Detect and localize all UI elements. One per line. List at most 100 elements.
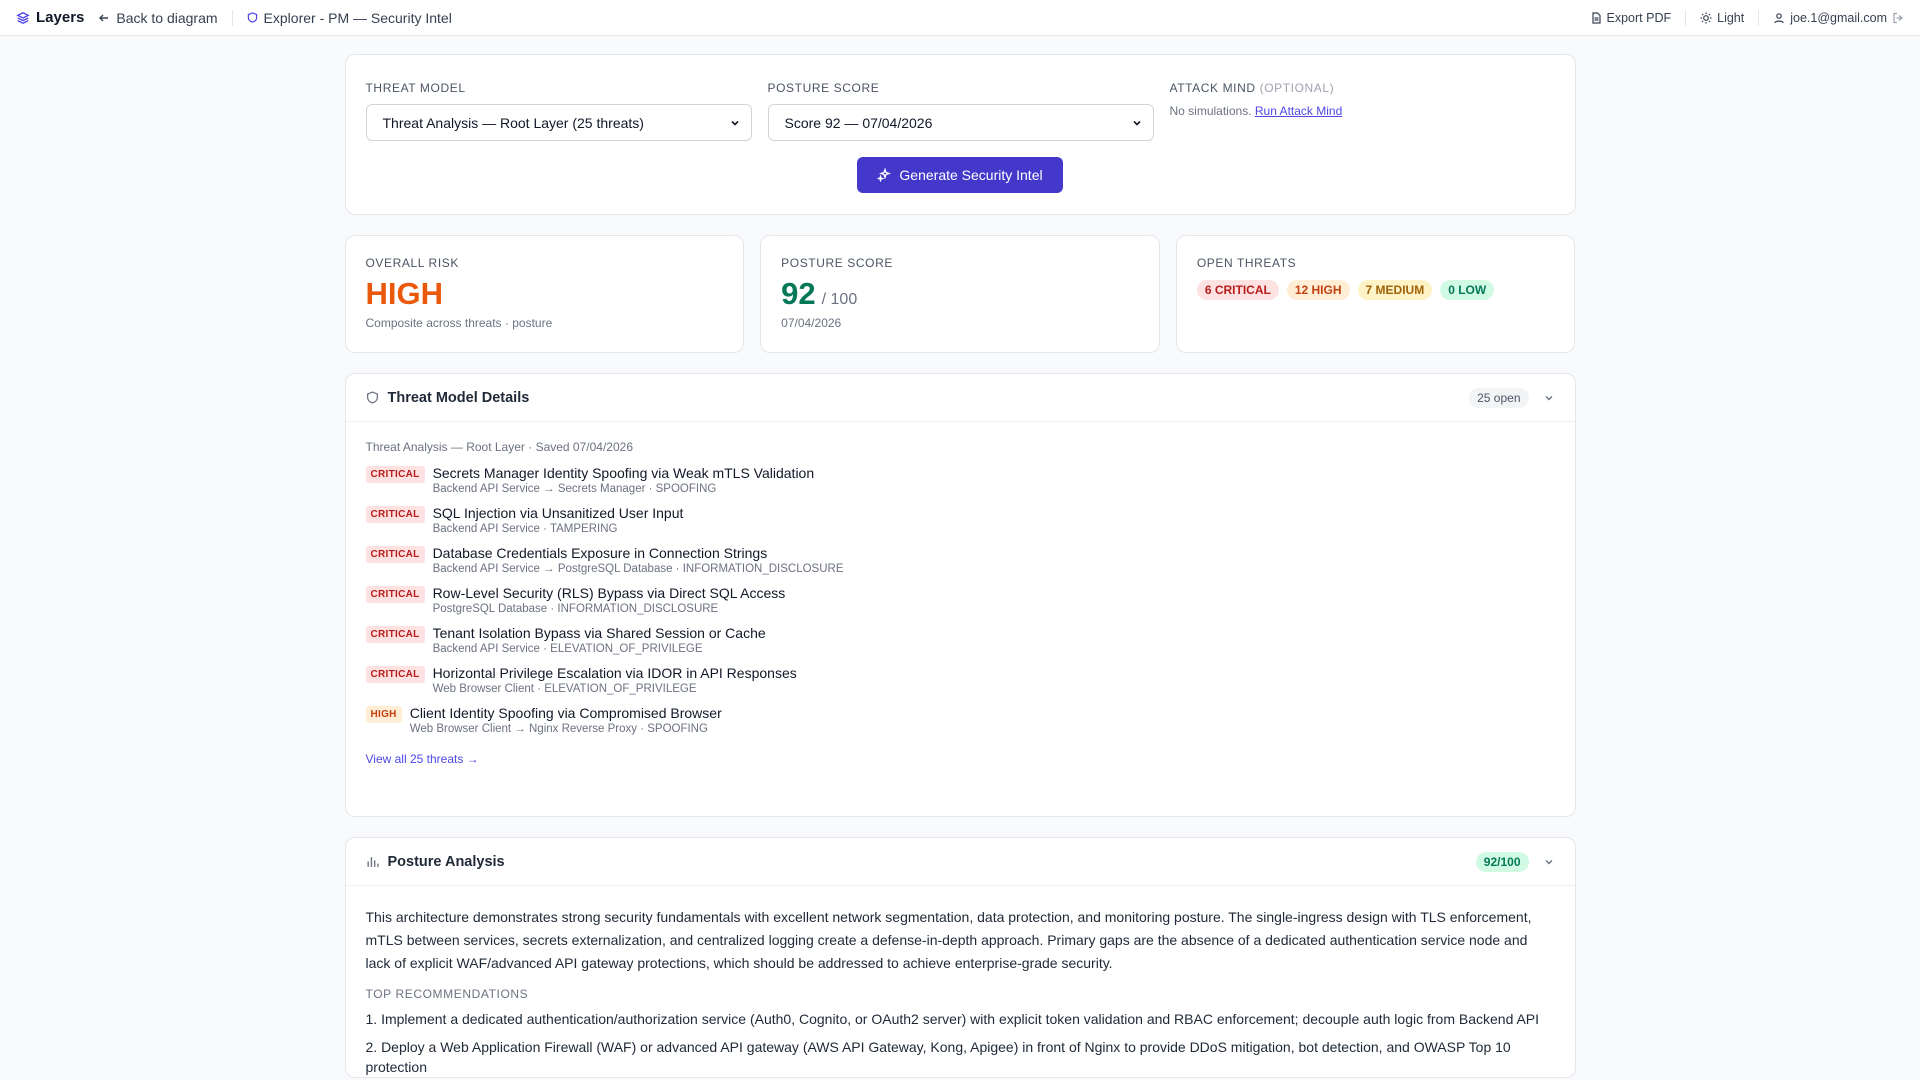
threat-model-value: Threat Analysis — Root Layer (25 threats… xyxy=(382,114,644,131)
file-icon xyxy=(1591,11,1601,24)
threat-model-details-header[interactable]: Threat Model Details 25 open xyxy=(345,374,1575,422)
export-label: Export PDF xyxy=(1606,10,1672,25)
arrow-left-icon xyxy=(99,14,109,21)
threat-subtitle: Backend API Service · ELEVATION_OF_PRIVI… xyxy=(432,643,703,655)
severity-badge: CRITICAL xyxy=(365,586,425,603)
threat-row[interactable]: CRITICAL Horizontal Privilege Escalation… xyxy=(365,664,1555,697)
low-count-badge: 0 LOW xyxy=(1440,280,1495,300)
posture-score-badge: 92/100 xyxy=(1475,851,1529,872)
sparkles-icon xyxy=(877,168,892,182)
posture-analysis-section: Posture Analysis 92/100 This architectur… xyxy=(344,837,1576,1078)
threat-subtitle: Backend API Service · TAMPERING xyxy=(432,523,618,535)
overall-risk-value: HIGH xyxy=(365,276,444,311)
threat-row[interactable]: HIGH Client Identity Spoofing via Compro… xyxy=(365,704,1555,737)
posture-score-select[interactable]: Score 92 — 07/04/2026 xyxy=(767,104,1154,141)
intel-config-card: THREAT MODEL Threat Analysis — Root Laye… xyxy=(344,54,1576,215)
divider xyxy=(231,9,233,26)
bar-chart-icon xyxy=(366,857,379,867)
attack-mind-label: ATTACK MIND (OPTIONAL) xyxy=(1170,81,1555,95)
layers-icon xyxy=(16,11,30,24)
posture-score-field: POSTURE SCORE Score 92 — 07/04/2026 xyxy=(767,81,1154,141)
optional-tag: (OPTIONAL) xyxy=(1259,81,1335,95)
posture-score-date: 07/04/2026 xyxy=(781,316,842,330)
divider xyxy=(1758,9,1760,26)
brand-name: Layers xyxy=(36,9,85,26)
severity-badge: CRITICAL xyxy=(365,466,425,483)
export-pdf-button[interactable]: Export PDF xyxy=(1590,10,1672,25)
critical-count-badge: 6 CRITICAL xyxy=(1196,280,1279,300)
sun-icon xyxy=(1700,12,1712,23)
posture-score-label: POSTURE SCORE xyxy=(767,81,880,95)
shield-icon xyxy=(366,391,378,404)
overall-risk-card: OVERALL RISK HIGH Composite across threa… xyxy=(344,235,745,353)
no-simulations-text: No simulations. xyxy=(1169,104,1252,118)
chevron-down-icon xyxy=(1132,120,1141,126)
threat-row[interactable]: CRITICAL Secrets Manager Identity Spoofi… xyxy=(365,464,1555,497)
severity-badge: CRITICAL xyxy=(365,666,425,683)
breadcrumb-text: Explorer - PM — Security Intel xyxy=(263,9,452,26)
threat-subtitle: Backend API Service → Secrets Manager · … xyxy=(432,483,717,495)
threat-subtitle: Backend API Service → PostgreSQL Databas… xyxy=(432,563,844,575)
back-label: Back to diagram xyxy=(116,9,218,26)
threat-model-label: THREAT MODEL xyxy=(365,81,466,95)
user-email: joe.1@gmail.com xyxy=(1790,10,1887,25)
posture-score-stat-label: POSTURE SCORE xyxy=(781,256,893,270)
section-title: Threat Model Details xyxy=(387,389,530,406)
posture-score-card: POSTURE SCORE 92 / 100 07/04/2026 xyxy=(760,235,1160,353)
attack-mind-status: No simulations. Run Attack Mind xyxy=(1170,104,1555,118)
threat-title: Row-Level Security (RLS) Bypass via Dire… xyxy=(432,585,786,601)
top-bar: Layers Back to diagram Explorer - PM — S… xyxy=(0,0,1920,36)
view-all-threats-link[interactable]: View all 25 threats → xyxy=(366,752,479,766)
user-menu[interactable]: joe.1@gmail.com xyxy=(1773,11,1904,25)
posture-summary: This architecture demonstrates strong se… xyxy=(365,909,1532,971)
generate-security-intel-button[interactable]: Generate Security Intel xyxy=(857,157,1063,193)
run-attack-mind-link[interactable]: Run Attack Mind xyxy=(1255,104,1342,118)
chevron-down-icon xyxy=(730,120,739,126)
threat-row[interactable]: CRITICAL SQL Injection via Unsanitized U… xyxy=(365,504,1555,537)
divider xyxy=(1685,9,1687,26)
user-icon xyxy=(1774,12,1785,23)
threat-row[interactable]: CRITICAL Row-Level Security (RLS) Bypass… xyxy=(365,584,1555,617)
theme-toggle[interactable]: Light xyxy=(1700,11,1744,25)
posture-score-number: 92 xyxy=(781,276,816,311)
threat-subtitle: Web Browser Client · ELEVATION_OF_PRIVIL… xyxy=(432,683,697,695)
threat-model-field: THREAT MODEL Threat Analysis — Root Laye… xyxy=(365,81,752,141)
theme-label: Light xyxy=(1717,10,1745,25)
open-threats-label: OPEN THREATS xyxy=(1196,256,1297,270)
attack-mind-field: ATTACK MIND (OPTIONAL) No simulations. R… xyxy=(1170,81,1555,141)
threat-model-select[interactable]: Threat Analysis — Root Layer (25 threats… xyxy=(365,104,752,141)
severity-badge: CRITICAL xyxy=(365,546,425,563)
recommendation-item: 1. Implement a dedicated authentication/… xyxy=(365,1011,1540,1027)
posture-score-value: Score 92 — 07/04/2026 xyxy=(784,114,933,131)
breadcrumb: Explorer - PM — Security Intel xyxy=(247,10,452,26)
overall-risk-label: OVERALL RISK xyxy=(365,256,459,270)
threat-title: Tenant Isolation Bypass via Shared Sessi… xyxy=(432,625,766,641)
threat-title: SQL Injection via Unsanitized User Input xyxy=(432,505,684,521)
medium-count-badge: 7 MEDIUM xyxy=(1357,280,1433,300)
generate-label: Generate Security Intel xyxy=(899,167,1043,183)
threat-row[interactable]: CRITICAL Database Credentials Exposure i… xyxy=(365,544,1555,577)
threat-title: Database Credentials Exposure in Connect… xyxy=(432,545,768,561)
threat-title: Horizontal Privilege Escalation via IDOR… xyxy=(432,665,797,681)
severity-badge: CRITICAL xyxy=(365,626,425,643)
recommendations-label: TOP RECOMMENDATIONS xyxy=(365,987,529,1001)
severity-badge: HIGH xyxy=(365,706,402,723)
severity-badge: CRITICAL xyxy=(365,506,425,523)
threat-model-meta: Threat Analysis — Root Layer · Saved 07/… xyxy=(365,440,634,454)
threat-row[interactable]: CRITICAL Tenant Isolation Bypass via Sha… xyxy=(365,624,1555,657)
posture-analysis-header[interactable]: Posture Analysis 92/100 xyxy=(345,838,1575,886)
threat-subtitle: PostgreSQL Database · INFORMATION_DISCLO… xyxy=(432,603,719,615)
summary-stats: OVERALL RISK HIGH Composite across threa… xyxy=(344,235,1576,353)
brand-logo[interactable]: Layers xyxy=(16,9,84,26)
threat-title: Secrets Manager Identity Spoofing via We… xyxy=(432,465,815,481)
posture-score-max: / 100 xyxy=(821,291,858,308)
overall-risk-caption: Composite across threats · posture xyxy=(365,316,553,330)
shield-icon xyxy=(247,12,257,23)
threat-subtitle: Web Browser Client → Nginx Reverse Proxy… xyxy=(409,723,708,735)
chevron-down-icon[interactable] xyxy=(1543,856,1555,868)
attack-mind-title: ATTACK MIND xyxy=(1169,81,1256,95)
back-to-diagram-link[interactable]: Back to diagram xyxy=(98,9,218,26)
logout-icon[interactable] xyxy=(1892,12,1904,24)
open-count-badge: 25 open xyxy=(1469,387,1529,408)
chevron-down-icon[interactable] xyxy=(1543,392,1555,404)
